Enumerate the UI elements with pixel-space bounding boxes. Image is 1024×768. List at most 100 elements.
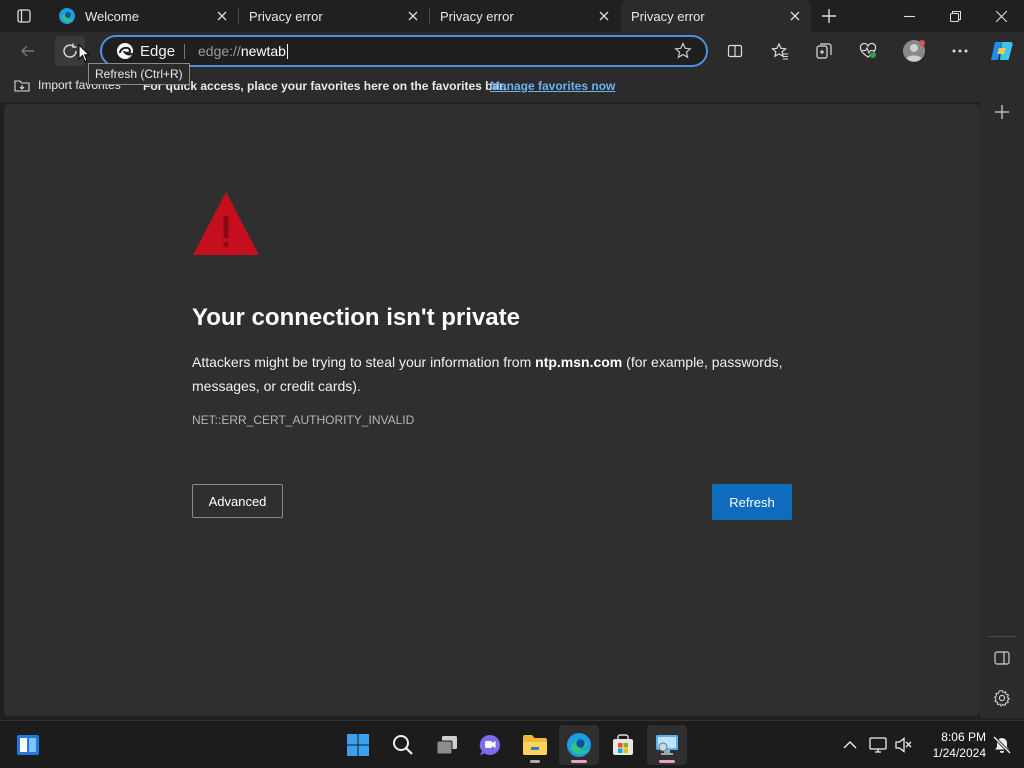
hide-sidebar-button[interactable] [990, 646, 1014, 670]
brand-label: Edge [140, 42, 176, 60]
sidebar-divider [988, 636, 1016, 637]
browser-essentials-button[interactable] [853, 36, 883, 66]
tab-title: Privacy error [440, 8, 514, 24]
remote-desktop-icon [656, 735, 678, 755]
avatar-icon [903, 40, 925, 62]
profile-button[interactable] [899, 36, 929, 66]
refresh-tooltip: Refresh (Ctrl+R) [88, 63, 190, 85]
copilot-icon [991, 42, 1013, 60]
remote-desktop-button[interactable] [647, 725, 687, 765]
url-host: newtab [240, 43, 286, 59]
settings-and-more-button[interactable] [945, 36, 975, 66]
add-favorite-button[interactable] [674, 42, 692, 65]
close-icon [790, 11, 800, 21]
edge-icon [59, 8, 75, 24]
desc-host: ntp.msn.com [535, 354, 623, 370]
new-tab-button[interactable] [816, 4, 842, 28]
page-content: Your connection isn't private Attackers … [4, 104, 980, 716]
start-button[interactable] [338, 725, 378, 765]
active-indicator [571, 760, 587, 763]
notification-bell-icon [993, 736, 1011, 754]
split-screen-button[interactable] [720, 36, 750, 66]
close-icon [217, 11, 227, 21]
restore-button[interactable] [932, 0, 978, 32]
search-icon [393, 735, 413, 755]
edge-taskbar-button[interactable] [559, 725, 599, 765]
running-indicator [530, 760, 540, 763]
widgets-icon [17, 735, 39, 755]
clock-date: 1/24/2024 [932, 746, 986, 760]
advanced-button[interactable]: Advanced [192, 484, 283, 518]
tab-title: Privacy error [249, 8, 323, 24]
tab-welcome[interactable]: Welcome [48, 0, 238, 32]
heart-pulse-icon [859, 42, 877, 58]
right-sidebar [980, 70, 1024, 718]
tab-strip: Welcome Privacy error Privacy error Priv… [0, 0, 1024, 32]
widgets-button[interactable] [8, 725, 48, 765]
minimize-icon [903, 15, 915, 17]
close-tab-button[interactable] [785, 6, 805, 26]
teams-chat-button[interactable] [470, 725, 510, 765]
tab-title: Privacy error [631, 8, 705, 24]
more-icon [952, 49, 968, 53]
task-view-button[interactable] [427, 725, 467, 765]
chevron-up-icon [843, 741, 857, 749]
search-button[interactable] [383, 725, 423, 765]
tab-actions-icon [17, 9, 31, 23]
manage-favorites-link[interactable]: Manage favorites now [490, 79, 615, 93]
refresh-icon [63, 43, 77, 58]
notifications-button[interactable] [986, 725, 1018, 765]
desc-prefix: Attackers might be trying to steal your … [192, 354, 536, 370]
sidebar-settings-button[interactable] [990, 686, 1014, 710]
warning-icon [193, 192, 259, 255]
close-tab-button[interactable] [403, 6, 423, 26]
edge-logo-icon [117, 43, 133, 59]
close-window-button[interactable] [978, 0, 1024, 32]
error-description: Attackers might be trying to steal your … [192, 350, 798, 398]
taskbar: 8:06 PM 1/24/2024 [0, 720, 1024, 768]
collections-button[interactable] [809, 36, 839, 66]
clock-time: 8:06 PM [941, 730, 986, 744]
mouse-cursor-icon [78, 44, 90, 63]
copilot-button[interactable] [987, 36, 1017, 66]
sidebar-panel-icon [994, 651, 1010, 665]
system-clock[interactable]: 8:06 PM 1/24/2024 [916, 729, 986, 761]
favorites-star-icon [771, 42, 788, 60]
url-text[interactable]: edge://newtab [198, 43, 288, 59]
tab-actions-button[interactable] [8, 6, 40, 26]
network-icon [869, 737, 887, 753]
microsoft-store-button[interactable] [603, 725, 643, 765]
site-identity-button[interactable]: Edge [116, 42, 175, 60]
close-icon [995, 10, 1007, 22]
tab-privacy-error-active[interactable]: Privacy error [621, 0, 811, 32]
windows-logo-icon [347, 734, 369, 756]
back-arrow-icon [21, 45, 34, 57]
close-icon [599, 11, 609, 21]
split-screen-icon [727, 44, 743, 58]
plus-icon [995, 105, 1009, 119]
text-caret [286, 44, 288, 59]
active-indicator [659, 760, 675, 763]
url-scheme: edge:// [198, 43, 241, 59]
favorites-bar-message: For quick access, place your favorites h… [143, 79, 507, 93]
close-tab-button[interactable] [594, 6, 614, 26]
import-icon [14, 80, 30, 92]
tab-privacy-error-1[interactable]: Privacy error [239, 0, 429, 32]
chat-icon [479, 734, 500, 755]
refresh-page-button[interactable]: Refresh [712, 484, 792, 520]
tab-privacy-error-2[interactable]: Privacy error [430, 0, 620, 32]
task-view-icon [436, 736, 457, 755]
minimize-button[interactable] [886, 0, 932, 32]
tab-title: Welcome [85, 8, 139, 24]
collections-icon [816, 43, 832, 59]
restore-icon [949, 10, 961, 22]
file-explorer-button[interactable] [515, 725, 555, 765]
back-button[interactable] [13, 36, 43, 66]
favorites-button[interactable] [765, 36, 795, 66]
star-icon [674, 42, 692, 59]
address-bar[interactable]: Edge edge://newtab [100, 35, 708, 67]
add-sidebar-app-button[interactable] [990, 100, 1014, 124]
close-icon [408, 11, 418, 21]
close-tab-button[interactable] [212, 6, 232, 26]
gear-icon [993, 689, 1011, 707]
